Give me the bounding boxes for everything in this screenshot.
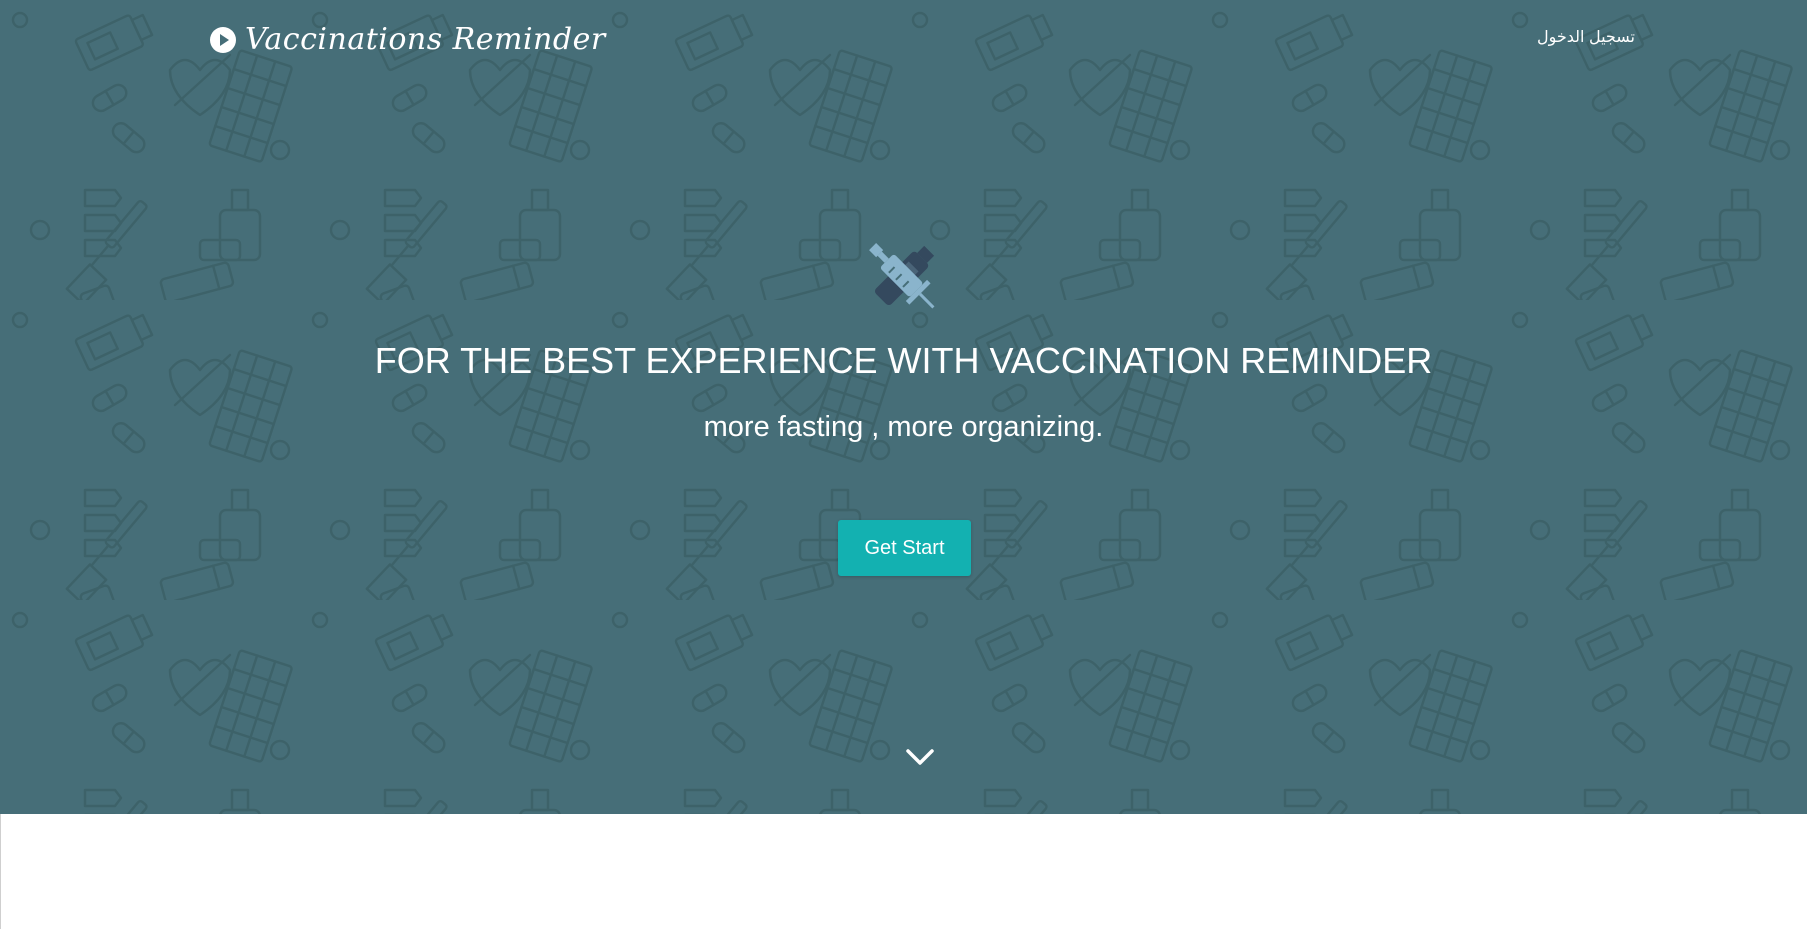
hero-subheadline: more fasting , more organizing.: [703, 411, 1104, 443]
hero-section: Vaccinations Reminder تسجيل الدخول FOR T…: [0, 0, 1807, 814]
chevron-down-icon[interactable]: [904, 745, 936, 769]
brand-link[interactable]: Vaccinations Reminder: [209, 22, 606, 57]
top-navbar: Vaccinations Reminder تسجيل الدخول: [0, 0, 1807, 80]
login-link[interactable]: تسجيل الدخول: [1537, 27, 1635, 47]
content-section: [0, 814, 1807, 929]
hero-headline: FOR THE BEST EXPERIENCE WITH VACCINATION…: [374, 340, 1433, 381]
medical-pattern-background: [0, 0, 1807, 814]
get-start-button[interactable]: Get Start: [838, 520, 971, 576]
play-circle-icon: [210, 26, 236, 53]
brand-title: Vaccinations Reminder: [245, 22, 606, 57]
syringe-vaccine-icon: [869, 243, 935, 309]
